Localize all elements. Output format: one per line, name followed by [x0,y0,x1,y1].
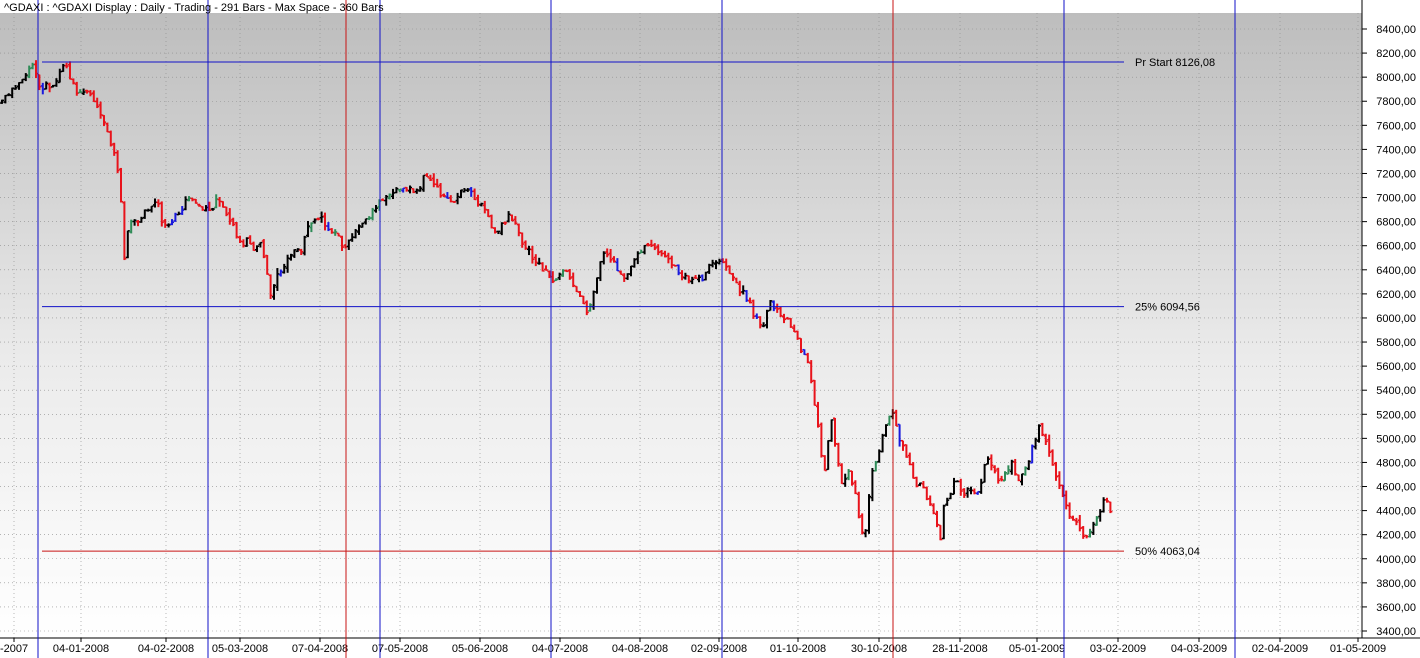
chart-info-text: ^GDAXI : ^GDAXI Display : Daily - Tradin… [4,2,384,14]
y-tick-label: 5800,00 [1376,337,1416,349]
y-tick-label: 8200,00 [1376,48,1416,60]
x-tick-label: 02-09-2008 [691,643,747,655]
y-tick-label: 8000,00 [1376,72,1416,84]
x-tick-label: 02-04-2009 [1252,643,1308,655]
y-tick-label: 5400,00 [1376,385,1416,397]
x-tick-label: 01-10-2008 [770,643,826,655]
chart-svg: 3400,00 3600,00 3800,00 4000,00 4200,00 4400,… [0,0,1420,658]
x-tick-label: 04-02-2008 [138,643,194,655]
level-label: 50% 4063,04 [1135,546,1200,558]
x-tick-label: 30-10-2008 [851,643,907,655]
y-tick-label: 5000,00 [1376,433,1416,445]
x-tick-label: 01-05-2009 [1330,643,1386,655]
y-tick-label: 5200,00 [1376,409,1416,421]
x-tick-label: 05-01-2009 [1009,643,1065,655]
x-tick-label: 05-03-2008 [212,643,268,655]
y-tick-label: 6000,00 [1376,313,1416,325]
x-tick-label: 07-04-2008 [292,643,348,655]
x-tick-label: 28-11-2008 [932,643,987,655]
x-tick-label: 04-03-2009 [1171,643,1227,655]
y-tick-label: 4800,00 [1376,457,1416,469]
y-tick-label: 4400,00 [1376,506,1416,518]
y-tick-label: 8400,00 [1376,24,1416,36]
y-tick-label: 6200,00 [1376,289,1416,301]
y-tick-label: 7000,00 [1376,193,1416,205]
y-tick-label: 7200,00 [1376,168,1416,180]
y-tick-label: 6400,00 [1376,265,1416,277]
x-tick-label: 04-08-2008 [612,643,668,655]
y-tick-label: 4200,00 [1376,530,1416,542]
x-tick-label: 05-06-2008 [452,643,508,655]
x-tick-label: 04-07-2008 [532,643,588,655]
y-tick-label: 7800,00 [1376,96,1416,108]
plot-background [0,13,1362,638]
y-tick-label: 6600,00 [1376,241,1416,253]
level-label: 25% 6094,56 [1135,302,1200,314]
x-tick-label: -2007 [0,643,28,655]
chart-root: 3400,00 3600,00 3800,00 4000,00 4200,00 4400,… [0,0,1420,658]
y-tick-label: 3400,00 [1376,626,1416,638]
y-tick-label: 7600,00 [1376,120,1416,132]
y-tick-label: 3600,00 [1376,602,1416,614]
y-tick-label: 3800,00 [1376,578,1416,590]
y-tick-label: 4600,00 [1376,482,1416,494]
x-tick-label: 04-01-2008 [53,643,109,655]
x-tick-label: 03-02-2009 [1090,643,1146,655]
y-tick-label: 5600,00 [1376,361,1416,373]
y-tick-label: 4000,00 [1376,554,1416,566]
y-tick-label: 7400,00 [1376,144,1416,156]
level-label: Pr Start 8126,08 [1135,57,1215,69]
y-tick-label: 6800,00 [1376,217,1416,229]
